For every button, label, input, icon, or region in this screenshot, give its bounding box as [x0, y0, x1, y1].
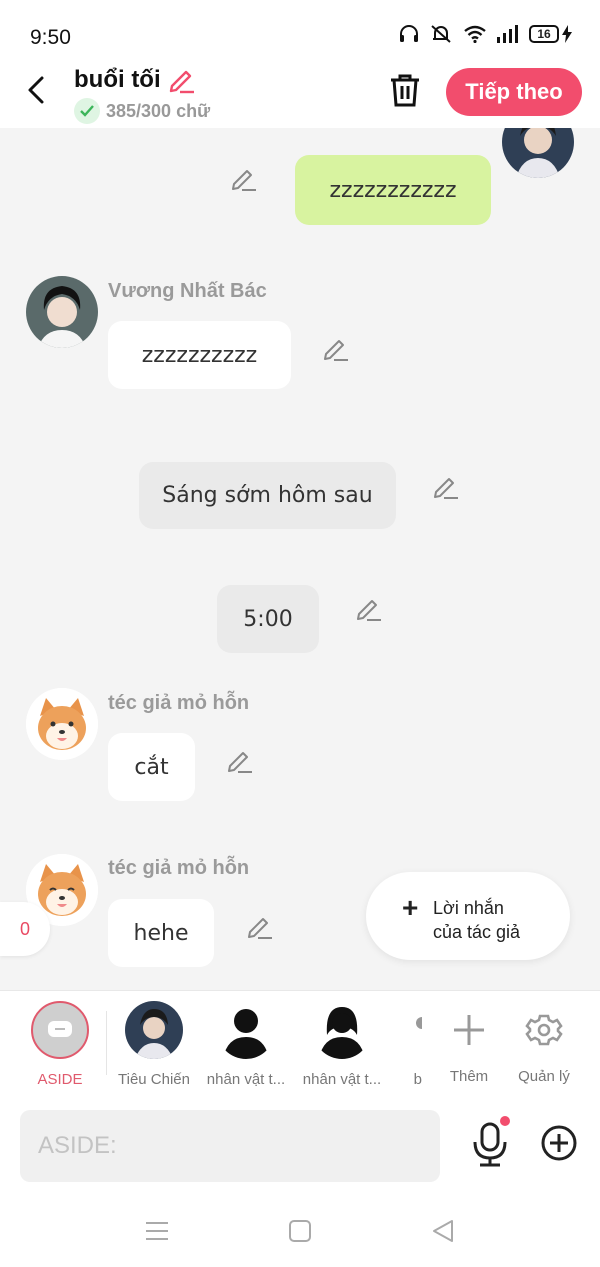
character-label: nhân vật t... [206, 1071, 286, 1088]
next-button[interactable]: Tiếp theo [446, 68, 582, 116]
sender-name: téc giả mỏ hỗn [108, 857, 250, 879]
edit-message-icon[interactable] [355, 594, 383, 622]
plus-icon: + [402, 892, 419, 923]
battery-indicator: 16 [529, 25, 572, 43]
character-label: nhân vật t... [302, 1071, 382, 1088]
character-tieu-chien[interactable]: Tiêu Chiến [109, 1001, 199, 1088]
edit-message-icon[interactable] [432, 472, 460, 500]
character-label: ASIDE [37, 1071, 83, 1088]
signal-icon [497, 25, 518, 43]
character-bar: ASIDE Tiêu Chiến nhân vật t... nhân vật … [0, 990, 600, 1098]
status-bar: 9:50 16 [0, 0, 600, 64]
edit-message-icon[interactable] [322, 334, 350, 362]
plus-icon [454, 1015, 484, 1045]
trash-icon[interactable] [388, 72, 422, 108]
silhouette-male-icon [217, 1001, 275, 1059]
wifi-icon [464, 25, 486, 43]
character-silhouette-1[interactable]: nhân vật t... [201, 1001, 291, 1088]
edit-message-icon[interactable] [230, 164, 258, 192]
word-count-text: 385/300 chữ [106, 100, 211, 121]
menu-icon[interactable] [144, 1218, 170, 1244]
edit-message-icon[interactable] [226, 746, 254, 774]
home-icon[interactable] [287, 1218, 313, 1244]
charging-icon [562, 25, 572, 43]
input-row [0, 1098, 600, 1198]
character-aside[interactable]: ASIDE [15, 1001, 105, 1088]
back-nav-icon[interactable] [430, 1218, 456, 1244]
divider [106, 1011, 107, 1075]
character-label: b [413, 1071, 422, 1088]
battery-level: 16 [529, 25, 559, 43]
avatar [394, 1001, 422, 1059]
narration-bubble[interactable]: 5:00 [217, 585, 319, 653]
chat-bubble-icon [48, 1021, 72, 1037]
author-note-label: Lời nhắn của tác giả [433, 898, 521, 942]
notification-dot [500, 1116, 510, 1126]
headphones-icon [400, 25, 418, 42]
sender-name: Vương Nhất Bác [108, 280, 267, 302]
avatar-vuong-nhat-bac[interactable] [26, 276, 98, 348]
message-bubble[interactable]: zzzzzzzzzzz [295, 155, 491, 225]
back-icon[interactable] [22, 72, 54, 108]
word-count: 385/300 chữ [74, 98, 210, 124]
mute-icon [431, 25, 451, 43]
silhouette-female-icon [313, 1001, 371, 1059]
author-note-button[interactable]: + Lời nhắn của tác giả [366, 872, 570, 960]
avatar-tieu-chien[interactable] [502, 128, 574, 178]
message-input[interactable] [20, 1110, 440, 1182]
character-label: Tiêu Chiến [118, 1071, 190, 1088]
system-nav-bar [0, 1198, 600, 1267]
narration-bubble[interactable]: Sáng sớm hôm sau [139, 462, 396, 529]
page-title: buổi tối [74, 66, 161, 93]
message-bubble[interactable]: cắt [108, 733, 195, 801]
message-bubble[interactable]: zzzzzzzzzz [108, 321, 291, 389]
avatar [125, 1001, 183, 1059]
gear-icon [525, 1014, 563, 1046]
edit-message-icon[interactable] [246, 912, 274, 940]
add-circle-icon[interactable] [540, 1124, 578, 1162]
status-icons: 16 [399, 24, 572, 44]
microphone-icon[interactable] [470, 1122, 510, 1168]
message-bubble[interactable]: hehe [108, 899, 214, 967]
header: buổi tối 385/300 chữ Tiếp theo [0, 64, 600, 128]
chat-area[interactable]: zzzzzzzzzzz Vương Nhất Bác zzzzzzzzzz Sá… [0, 128, 600, 990]
check-icon [74, 98, 100, 124]
status-time: 9:50 [30, 26, 71, 49]
character-partial[interactable]: b [394, 1001, 422, 1088]
manage-button[interactable]: Quản lý [499, 1001, 589, 1085]
avatar-author[interactable] [26, 688, 98, 760]
sender-name: téc giả mỏ hỗn [108, 692, 250, 714]
edit-title-icon[interactable] [166, 64, 198, 96]
character-silhouette-2[interactable]: nhân vật t... [297, 1001, 387, 1088]
aside-avatar [31, 1001, 89, 1059]
manage-label: Quản lý [518, 1068, 570, 1085]
